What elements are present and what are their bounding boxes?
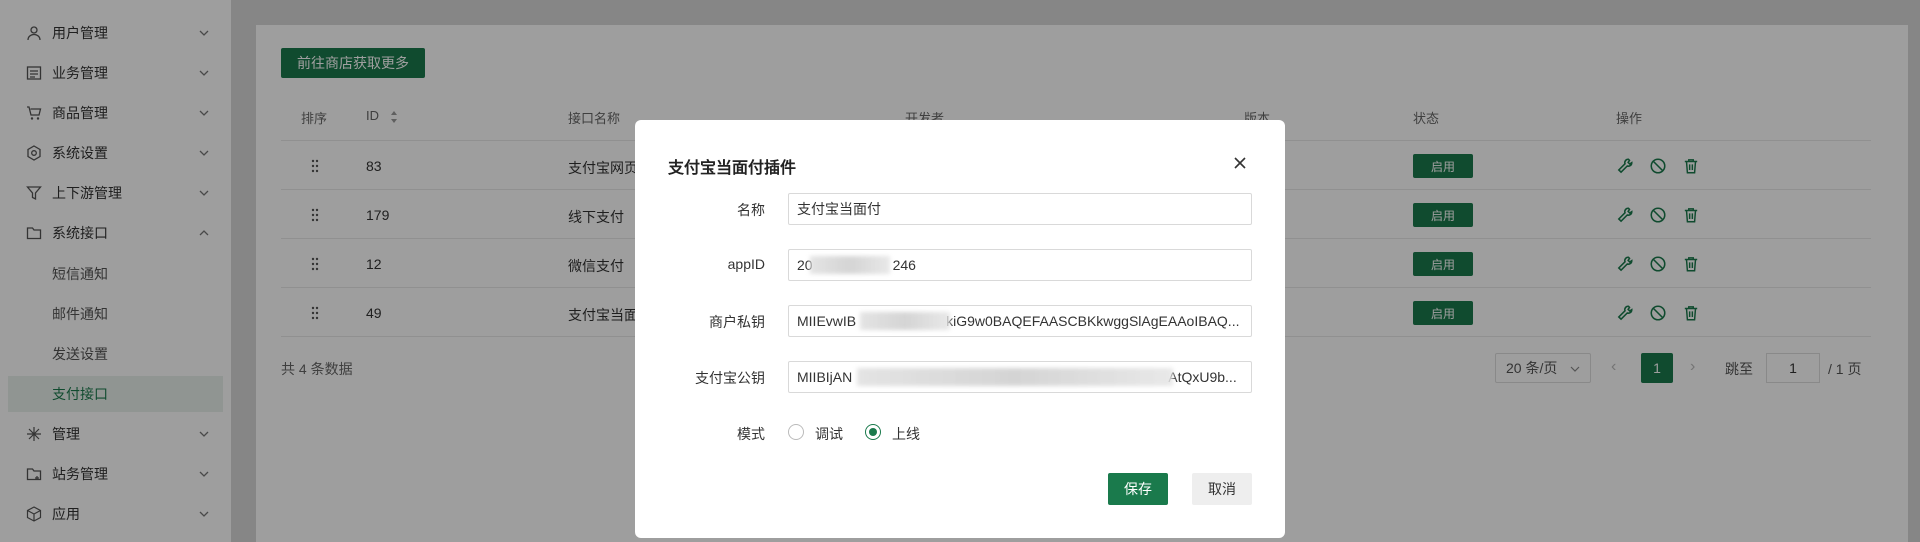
- dialog-title: 支付宝当面付插件: [668, 160, 797, 177]
- mode-debug-radio[interactable]: [788, 424, 804, 440]
- public-key-start: MIIBIjAN: [797, 369, 853, 385]
- redaction-blur: [860, 312, 950, 330]
- close-icon[interactable]: [1233, 156, 1247, 170]
- cancel-button[interactable]: 取消: [1192, 473, 1252, 505]
- name-label: 名称: [737, 202, 765, 218]
- mode-live-radio[interactable]: [865, 424, 881, 440]
- mode-debug-label[interactable]: 调试: [815, 424, 843, 444]
- private-key-end: kiG9w0BAQEFAASCBKkwggSlAgEAAoIBAQ...: [946, 313, 1240, 329]
- mode-live-label[interactable]: 上线: [892, 424, 920, 444]
- appid-label: appID: [727, 256, 765, 272]
- save-button[interactable]: 保存: [1108, 473, 1168, 505]
- private-key-start: MIIEvwIB: [797, 313, 857, 329]
- modal-mask-sidebar: [0, 0, 231, 542]
- redaction-blur: [857, 368, 1173, 386]
- private-key-label: 商户私钥: [709, 314, 765, 330]
- plugin-dialog: 支付宝当面付插件 名称 支付宝当面付 appID 20 246 商户私钥 MII…: [635, 120, 1285, 538]
- redaction-blur: [810, 256, 890, 274]
- public-key-end: AtQxU9b...: [1168, 369, 1237, 385]
- mode-label: 模式: [737, 426, 765, 442]
- private-key-field[interactable]: MIIEvwIB kiG9w0BAQEFAASCBKkwggSlAgEAAoIB…: [788, 305, 1252, 337]
- appid-value-end: 246: [892, 257, 916, 273]
- public-key-label: 支付宝公钥: [695, 370, 765, 386]
- name-field[interactable]: 支付宝当面付: [788, 193, 1252, 225]
